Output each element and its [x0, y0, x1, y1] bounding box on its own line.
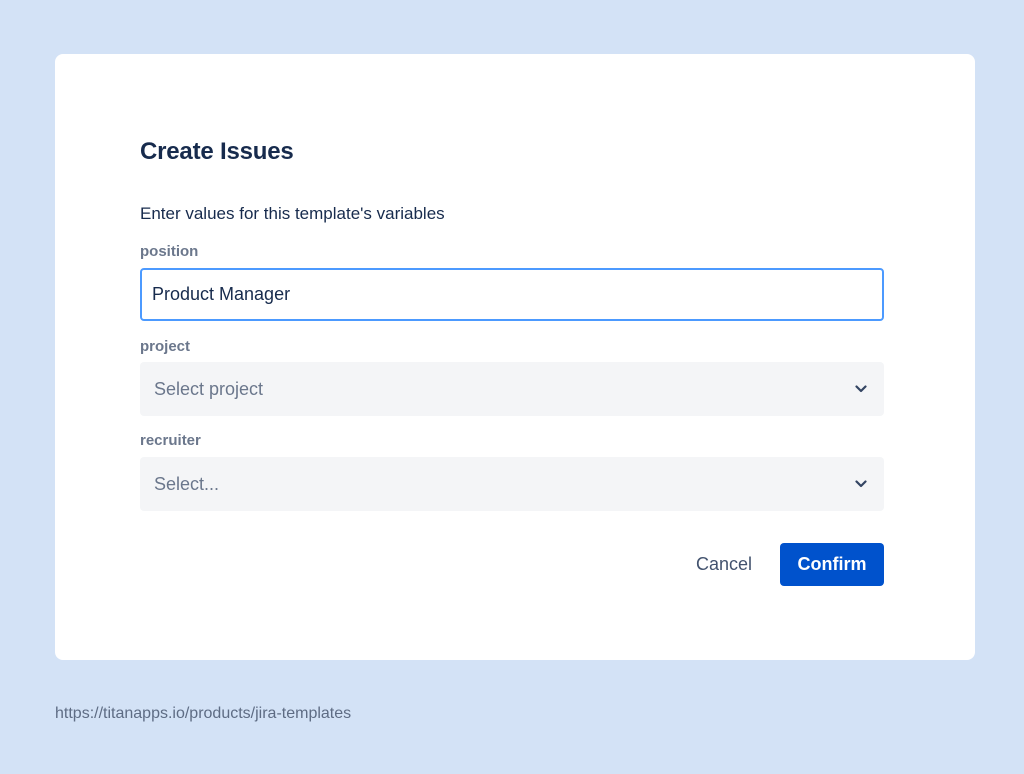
footer-url: https://titanapps.io/products/jira-templ… — [55, 705, 352, 722]
cancel-button[interactable]: Cancel — [680, 543, 768, 586]
recruiter-select-placeholder: Select... — [154, 473, 220, 494]
chevron-down-icon — [852, 380, 870, 398]
dialog-subtitle: Enter values for this template's variabl… — [140, 204, 445, 223]
project-label: project — [140, 338, 191, 355]
recruiter-select[interactable]: Select... — [140, 457, 884, 511]
position-label: position — [140, 243, 199, 260]
confirm-button[interactable]: Confirm — [780, 543, 884, 586]
chevron-down-icon — [852, 475, 870, 493]
create-issues-dialog: Create Issues Enter values for this temp… — [55, 54, 975, 660]
project-select-placeholder: Select project — [154, 378, 264, 399]
dialog-title: Create Issues — [140, 138, 294, 165]
position-input[interactable] — [140, 268, 884, 321]
dialog-actions: Cancel Confirm — [680, 543, 884, 586]
recruiter-label: recruiter — [140, 432, 201, 449]
project-select[interactable]: Select project — [140, 362, 884, 416]
